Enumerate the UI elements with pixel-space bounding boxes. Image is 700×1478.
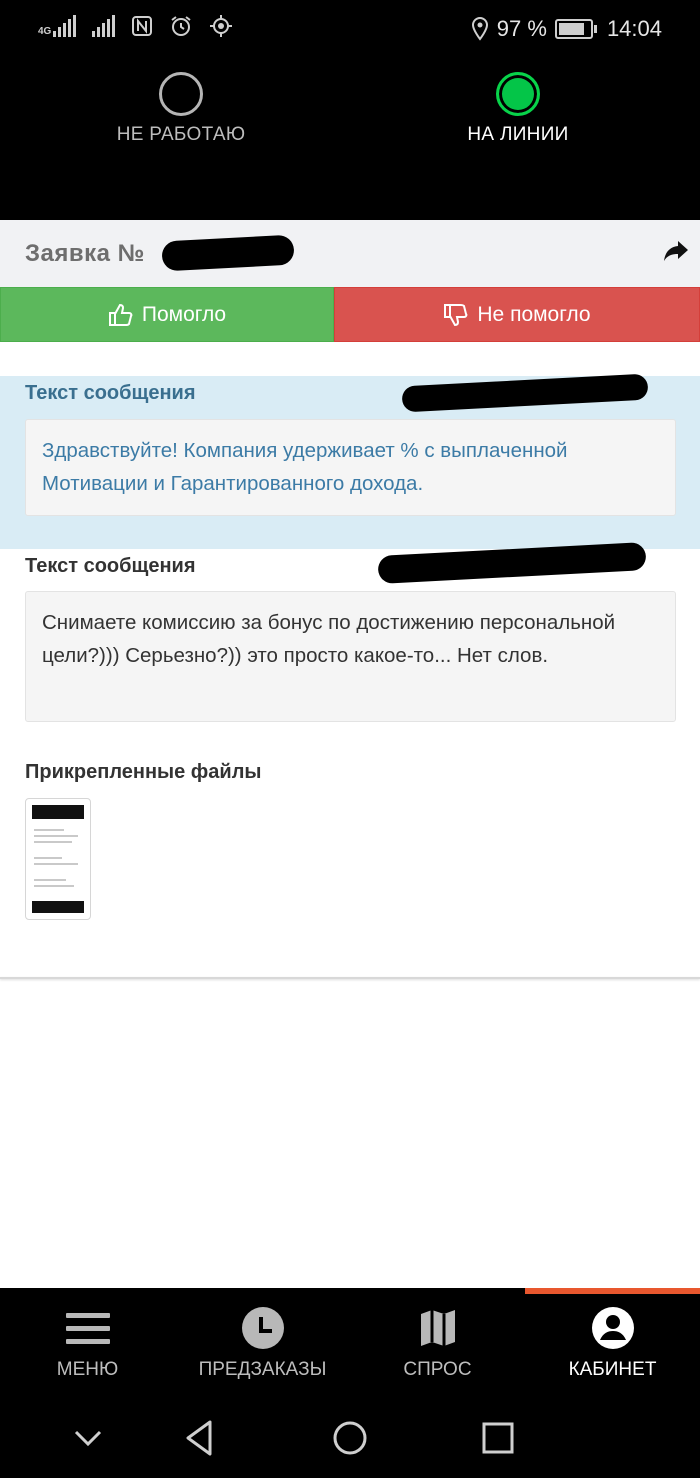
location-pin-icon <box>471 17 488 41</box>
clock-icon <box>242 1307 284 1349</box>
mode-online-toggle[interactable]: НА ЛИНИИ <box>418 72 618 146</box>
back-icon[interactable] <box>180 1418 220 1458</box>
nav-preorders-label: ПРЕДЗАКАЗЫ <box>198 1359 327 1380</box>
status-bar: 4G 97 % 14:04 <box>0 0 700 58</box>
user-icon <box>592 1307 634 1349</box>
attachments-label: Прикрепленные файлы <box>25 761 262 783</box>
feedback-buttons: Помогло Не помогло <box>0 287 700 342</box>
clock-time: 14:04 <box>606 16 662 41</box>
not-helped-button[interactable]: Не помогло <box>334 287 700 342</box>
helped-button[interactable]: Помогло <box>0 287 334 342</box>
nav-demand[interactable]: СПРОС <box>350 1288 525 1398</box>
map-icon <box>421 1310 455 1346</box>
location-target-icon <box>210 15 233 37</box>
nav-cabinet-label: КАБИНЕТ <box>568 1359 657 1380</box>
nav-preorders[interactable]: ПРЕДЗАКАЗЫ <box>175 1288 350 1398</box>
not-helped-label: Не помогло <box>477 302 591 326</box>
bottom-navigation: МЕНЮ ПРЕДЗАКАЗЫ СПРОС КАБИНЕТ <box>0 1288 700 1398</box>
thumbs-down-icon <box>444 303 468 326</box>
recent-apps-icon[interactable] <box>478 1418 518 1458</box>
mode-online-label: НА ЛИНИИ <box>467 124 569 145</box>
home-icon[interactable] <box>330 1418 370 1458</box>
battery-percent: 97 % <box>496 16 547 41</box>
network-type: 4G <box>38 26 52 37</box>
nav-cabinet[interactable]: КАБИНЕТ <box>525 1288 700 1398</box>
redaction-mark <box>161 234 295 272</box>
message-text: Здравствуйте! Компания удерживает % с вы… <box>25 419 676 516</box>
redaction-mark <box>401 373 649 413</box>
message-block-company: Текст сообщения Здравствуйте! Компания у… <box>0 373 700 549</box>
nav-menu[interactable]: МЕНЮ <box>0 1288 175 1398</box>
message-block-user: Текст сообщения Снимаете комиссию за бон… <box>0 542 700 739</box>
alarm-icon <box>171 16 191 36</box>
redaction-mark <box>377 542 647 584</box>
nfc-icon <box>132 16 153 36</box>
nav-menu-label: МЕНЮ <box>56 1359 119 1380</box>
content-divider <box>0 977 700 979</box>
thumbs-up-icon <box>108 303 133 326</box>
message-label: Текст сообщения <box>25 555 196 577</box>
radio-on-icon <box>496 72 540 116</box>
signal-icon <box>92 15 116 37</box>
screenshot-preview-image <box>32 805 84 913</box>
nav-demand-label: СПРОС <box>403 1359 472 1380</box>
menu-icon <box>66 1313 110 1344</box>
message-text: Снимаете комиссию за бонус по достижению… <box>25 591 676 722</box>
share-icon[interactable] <box>662 236 690 264</box>
signal-icon: 4G <box>38 15 77 37</box>
attachment-thumbnail[interactable] <box>25 798 91 920</box>
battery-icon <box>554 19 597 39</box>
mode-not-working-label: НЕ РАБОТАЮ <box>116 124 246 145</box>
system-navigation-bar <box>0 1398 700 1478</box>
message-label: Текст сообщения <box>25 382 196 404</box>
mode-not-working-toggle[interactable]: НЕ РАБОТАЮ <box>81 72 281 146</box>
helped-label: Помогло <box>141 302 227 326</box>
top-bar: 4G 97 % 14:04 НЕ РАБОТАЮ НА ЛИНИИ <box>0 0 700 220</box>
order-title: Заявка № <box>25 240 145 267</box>
radio-off-icon <box>159 72 203 116</box>
chevron-down-icon[interactable] <box>68 1418 108 1458</box>
order-header: Заявка № <box>0 220 700 287</box>
